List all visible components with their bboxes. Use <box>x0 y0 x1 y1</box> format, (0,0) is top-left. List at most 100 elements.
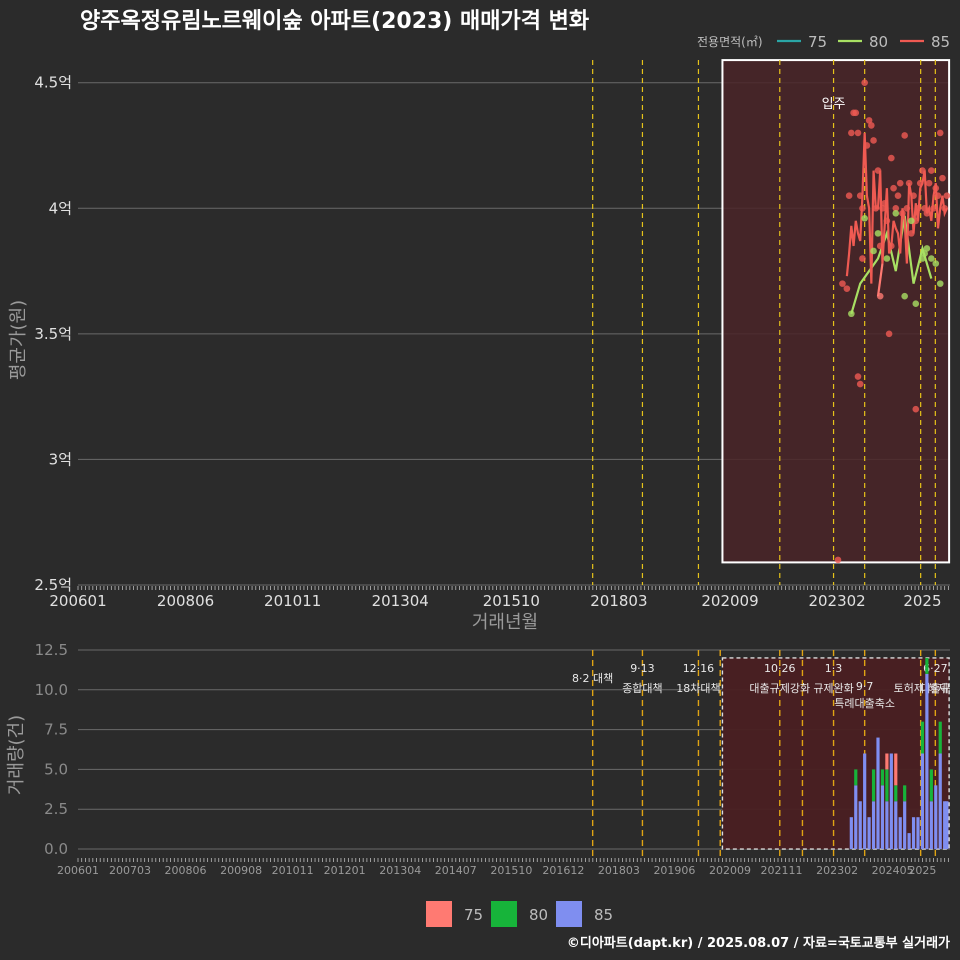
volume-bar-80 <box>938 721 942 754</box>
policy-name-label: 규제완화 <box>813 682 853 695</box>
price-point-85 <box>899 209 906 217</box>
volume-bar-85 <box>907 833 911 850</box>
price-point-85 <box>881 199 888 207</box>
price-point-85 <box>943 192 951 200</box>
volume-bar-80 <box>894 785 898 802</box>
volume-x-tick-label: 200601 <box>57 864 99 877</box>
volume-x-tick-label: 200703 <box>109 864 151 877</box>
price-point-85 <box>859 255 866 262</box>
volume-x-tick-label: 202009 <box>709 864 751 877</box>
price-point-80 <box>901 292 908 300</box>
price-point-85 <box>901 132 908 139</box>
price-point-85 <box>908 230 915 237</box>
price-point-85 <box>916 179 924 187</box>
price-point-85 <box>923 209 931 217</box>
price-point-85 <box>885 330 893 338</box>
volume-bar-85 <box>867 817 871 850</box>
price-point-85 <box>848 129 855 137</box>
volume-bar-85 <box>934 785 938 850</box>
price-highlight-box <box>721 59 951 564</box>
volume-bar-85 <box>854 785 858 850</box>
price-y-tick-label: 3.5억 <box>34 325 72 343</box>
price-highlight-rect <box>721 59 951 564</box>
volume-bar-85 <box>911 817 916 850</box>
volume-x-tick-label: 201201 <box>324 864 366 877</box>
price-x-tick-label: 200806 <box>157 592 214 610</box>
price-point-85 <box>856 192 864 200</box>
price-point-85 <box>903 204 911 212</box>
caption: ©디아파트(dapt.kr) / 2025.08.07 / 자료=국토교통부 실… <box>567 935 950 951</box>
price-y-ticks: 2.5억3억3.5억4억4.5억 <box>34 74 72 594</box>
price-point-85 <box>868 122 875 129</box>
volume-bar-80 <box>903 785 907 802</box>
volume-bar-85 <box>903 801 907 850</box>
volume-bar-85 <box>863 753 867 850</box>
price-point-85 <box>876 242 884 250</box>
price-y-tick-label: 4.5억 <box>34 74 72 92</box>
bottom-legend: 75 80 85 <box>426 901 613 927</box>
volume-minor-ticks <box>77 858 949 862</box>
price-point-85 <box>854 129 862 137</box>
volume-bar-85 <box>858 801 862 850</box>
volume-bar-80 <box>925 657 929 674</box>
price-point-80 <box>936 280 944 287</box>
price-x-axis-title: 거래년월 <box>472 612 538 633</box>
volume-x-tick-label: 200806 <box>165 864 207 877</box>
price-y-tick-label: 3억 <box>49 450 72 468</box>
price-point-80 <box>912 300 920 308</box>
price-point-80 <box>883 255 891 262</box>
volume-bar-75 <box>885 753 889 770</box>
policy-name-label: 18차대책 <box>676 682 720 695</box>
volume-bar-85 <box>876 737 880 850</box>
price-point-85 <box>845 192 853 200</box>
policy-label: 8·2 대책 <box>572 672 613 685</box>
policy-name-label: 대출규제강화 <box>749 682 810 695</box>
price-point-85 <box>854 373 862 380</box>
volume-y-tick-label: 5.0 <box>44 760 68 778</box>
volume-y-ticks: 0.0 2.5 5.0 7.5 10.0 12.5 <box>35 641 68 858</box>
chart-canvas: 양주옥정유림노르웨이숲 아파트(2023) 매매가격 변화 전용면적(㎡) 75 8… <box>6 9 951 951</box>
volume-bar-85 <box>871 801 876 850</box>
volume-bar-85 <box>929 801 933 850</box>
price-point-85 <box>934 192 942 200</box>
price-point-80 <box>892 209 900 217</box>
volume-x-tick-label: 2025 <box>908 864 936 877</box>
policy-date-label: 10·26 <box>764 662 796 675</box>
volume-y-tick-label: 0.0 <box>44 840 68 858</box>
price-point-85 <box>912 405 920 413</box>
volume-y-tick-label: 7.5 <box>44 721 68 739</box>
volume-bar-80 <box>854 769 858 786</box>
volume-panel: 8·2 대책 9·13 종합대책 12·16 18차대책 10·26 대출규제강화 1·3 규제… <box>6 641 951 877</box>
volume-bar-75 <box>894 753 898 786</box>
volume-x-tick-label: 202405 <box>872 864 914 877</box>
volume-bar-80 <box>920 721 925 754</box>
policy-date-label: 12·16 <box>683 662 715 675</box>
price-point-80 <box>861 215 868 222</box>
price-point-85 <box>890 184 897 192</box>
move-in-annotation: 입주 <box>822 97 846 112</box>
price-point-85 <box>861 79 868 86</box>
bottom-legend-key-80 <box>491 901 517 927</box>
price-point-80 <box>908 217 915 225</box>
price-point-85 <box>928 167 935 174</box>
price-x-tick-label: 201011 <box>264 592 321 610</box>
volume-bar-85 <box>938 753 942 850</box>
policy-name-label: 종합대책 <box>622 682 662 695</box>
policy-date-label: 9·13 <box>630 662 655 675</box>
volume-bar-85 <box>889 753 893 850</box>
price-point-85 <box>852 109 860 117</box>
policy-name-label: 대출규 <box>920 682 950 695</box>
volume-x-tick-label: 200908 <box>220 864 262 877</box>
volume-bar-85 <box>945 801 949 850</box>
volume-y-tick-label: 12.5 <box>35 641 68 659</box>
price-point-85 <box>925 179 933 187</box>
price-point-85 <box>874 167 882 174</box>
volume-bar-85 <box>920 753 925 850</box>
volume-bar-85 <box>925 673 929 850</box>
top-legend-label-75: 75 <box>808 33 827 51</box>
volume-y-axis-title: 거래량(건) <box>6 715 27 795</box>
policy-name-label: 특례대출축소 <box>834 697 895 710</box>
price-point-85 <box>936 129 944 137</box>
bottom-legend-label-75: 75 <box>464 906 483 924</box>
price-x-tick-label: 200601 <box>49 592 106 610</box>
